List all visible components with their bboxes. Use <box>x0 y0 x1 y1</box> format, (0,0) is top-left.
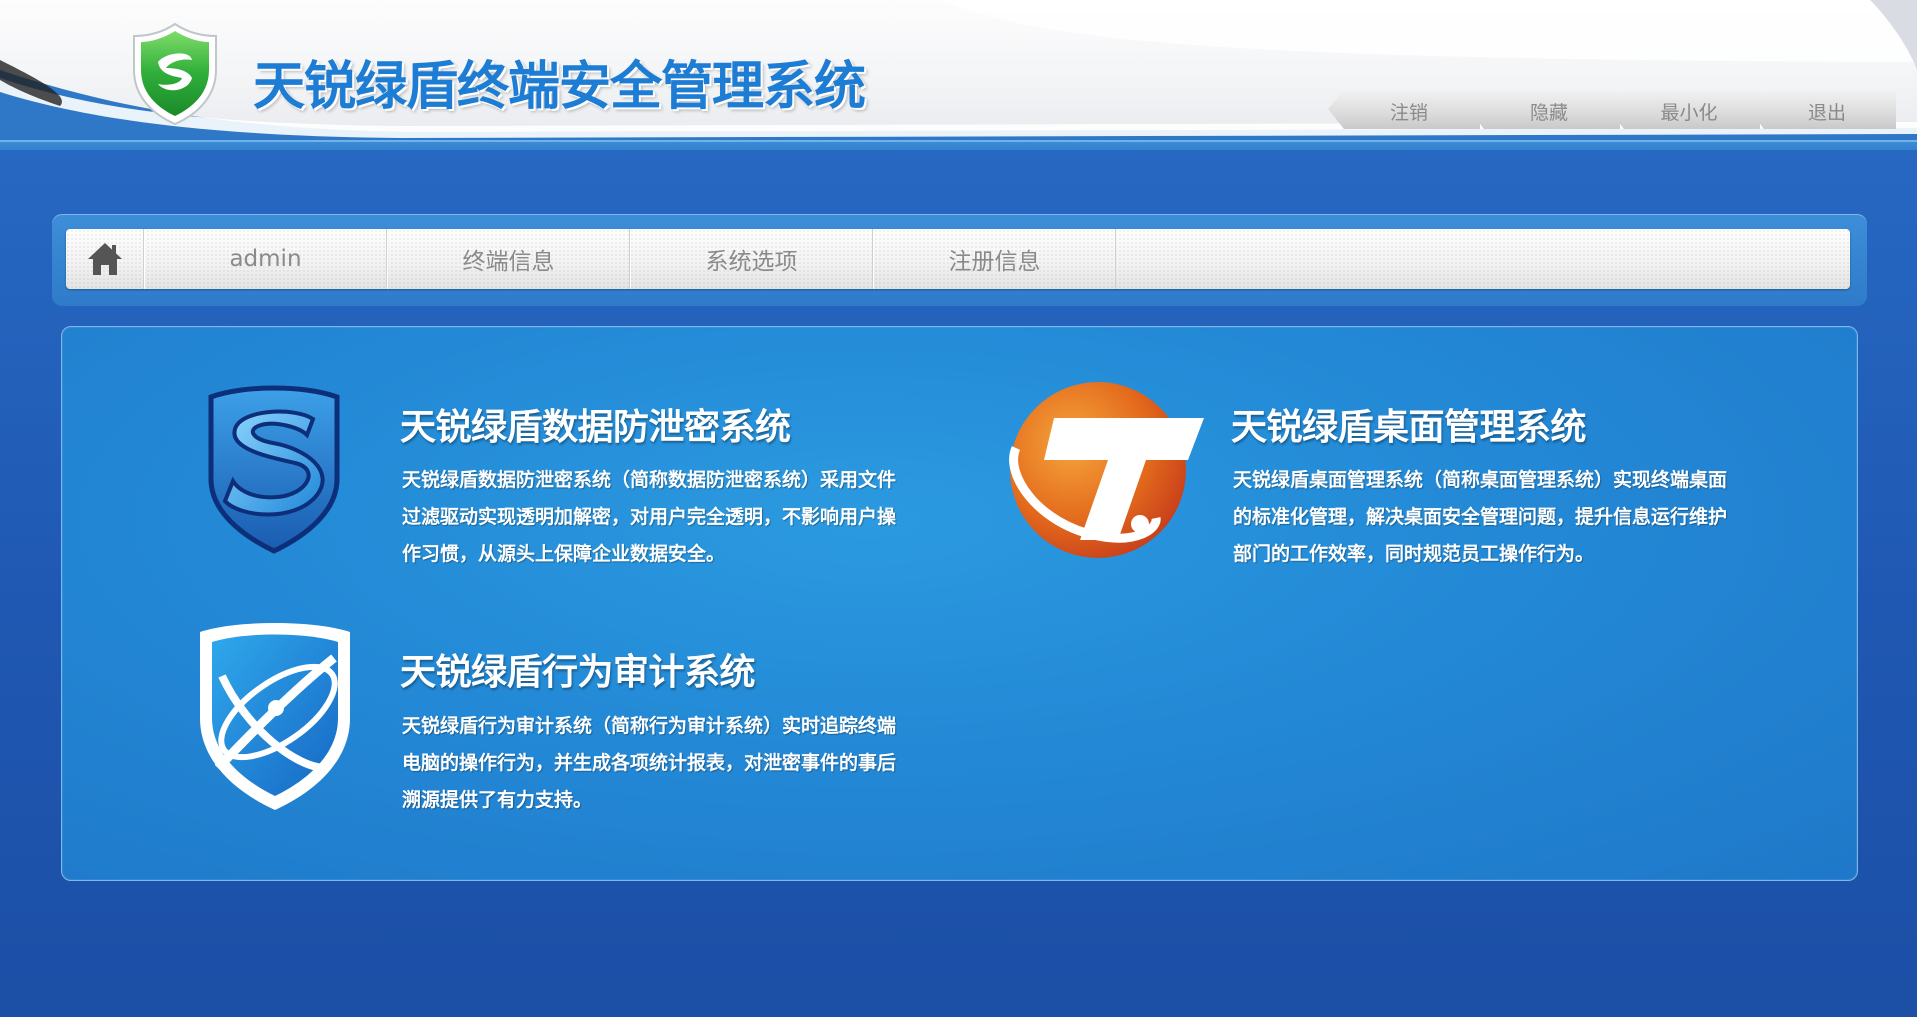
product-title: 天锐绿盾行为审计系统 <box>400 652 756 693</box>
window-controls: 注销 隐藏 最小化 退出 <box>1328 89 1896 129</box>
exit-label: 退出 <box>1807 102 1846 124</box>
exit-button[interactable]: 退出 <box>1748 89 1896 129</box>
t-logo-icon <box>1009 382 1204 558</box>
nav-item-system-options[interactable]: 系统选项 <box>630 229 873 289</box>
s-shield-icon <box>208 385 340 554</box>
product-description: 天锐绿盾数据防泄密系统（简称数据防泄密系统）采用文件过滤驱动实现透明加解密，对用… <box>402 469 897 565</box>
minimize-label: 最小化 <box>1660 102 1718 124</box>
home-button[interactable] <box>66 229 144 289</box>
header-band <box>0 140 1917 150</box>
nav-item-registration-info[interactable]: 注册信息 <box>873 229 1116 289</box>
orbit-shield-icon <box>200 623 350 810</box>
hide-button[interactable]: 隐藏 <box>1468 89 1620 129</box>
nav-item-admin[interactable]: admin <box>144 229 387 289</box>
product-description: 天锐绿盾桌面管理系统（简称桌面管理系统）实现终端桌面的标准化管理，解决桌面安全管… <box>1233 469 1728 565</box>
nav-item-terminal-info[interactable]: 终端信息 <box>387 229 630 289</box>
logout-label: 注销 <box>1389 102 1428 124</box>
app-title: 天锐绿盾终端安全管理系统 <box>253 57 866 117</box>
minimize-button[interactable]: 最小化 <box>1608 89 1760 129</box>
main-nav: admin 终端信息 系统选项 注册信息 <box>66 229 1850 289</box>
hide-label: 隐藏 <box>1529 102 1568 124</box>
home-icon <box>87 243 122 275</box>
shield-logo-icon <box>133 22 217 126</box>
logout-button[interactable]: 注销 <box>1328 89 1480 129</box>
product-title: 天锐绿盾桌面管理系统 <box>1231 407 1587 448</box>
product-title: 天锐绿盾数据防泄密系统 <box>400 407 791 448</box>
product-description: 天锐绿盾行为审计系统（简称行为审计系统）实时追踪终端电脑的操作行为，并生成各项统… <box>402 715 897 811</box>
app-header: 天锐绿盾终端安全管理系统 注销 隐藏 最小化 退出 <box>0 0 1917 150</box>
